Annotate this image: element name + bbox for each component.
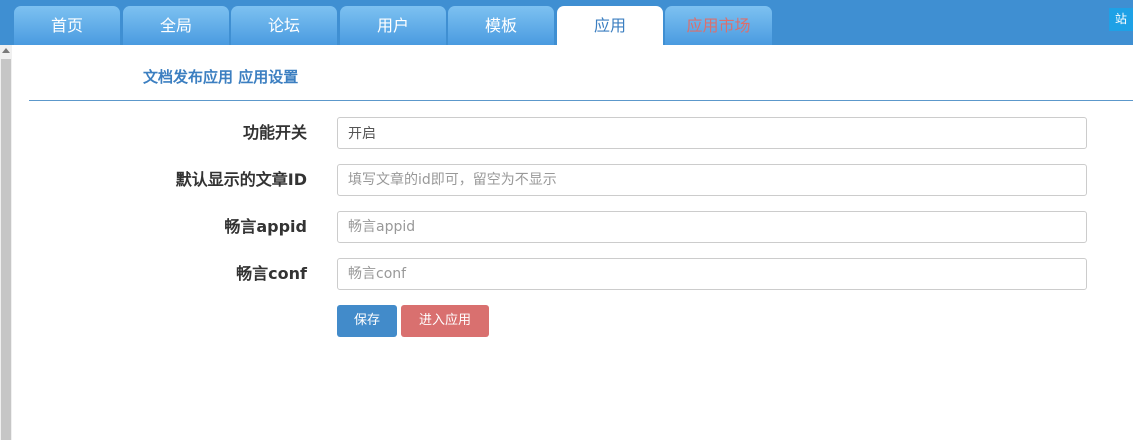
- scroll-up-arrow-icon[interactable]: [2, 48, 10, 53]
- vertical-scrollbar[interactable]: [0, 45, 12, 440]
- top-nav-bar: 首页 全局 论坛 用户 模板 应用 应用市场 站: [0, 0, 1133, 45]
- tab-apps[interactable]: 应用: [557, 6, 663, 45]
- default-article-id-field[interactable]: [337, 164, 1087, 196]
- enter-app-button[interactable]: 进入应用: [401, 305, 489, 337]
- feature-switch-label: 功能开关: [242, 123, 307, 142]
- title-divider: [29, 100, 1133, 101]
- tab-users[interactable]: 用户: [340, 6, 446, 45]
- save-button[interactable]: 保存: [337, 305, 397, 337]
- tab-forum[interactable]: 论坛: [231, 6, 337, 45]
- tab-app-market[interactable]: 应用市场: [665, 6, 772, 45]
- changyan-conf-field[interactable]: [337, 258, 1087, 290]
- tab-global[interactable]: 全局: [123, 6, 229, 45]
- changyan-appid-label: 畅言appid: [224, 217, 307, 236]
- changyan-conf-label: 畅言conf: [236, 264, 307, 283]
- changyan-appid-field[interactable]: [337, 211, 1087, 243]
- tab-templates[interactable]: 模板: [448, 6, 554, 45]
- site-button[interactable]: 站: [1109, 8, 1133, 31]
- tab-home[interactable]: 首页: [14, 6, 120, 45]
- default-article-id-label: 默认显示的文章ID: [175, 170, 307, 189]
- feature-switch-field[interactable]: [337, 117, 1087, 149]
- page-title: 文档发布应用 应用设置: [143, 68, 299, 86]
- scroll-thumb[interactable]: [1, 59, 11, 440]
